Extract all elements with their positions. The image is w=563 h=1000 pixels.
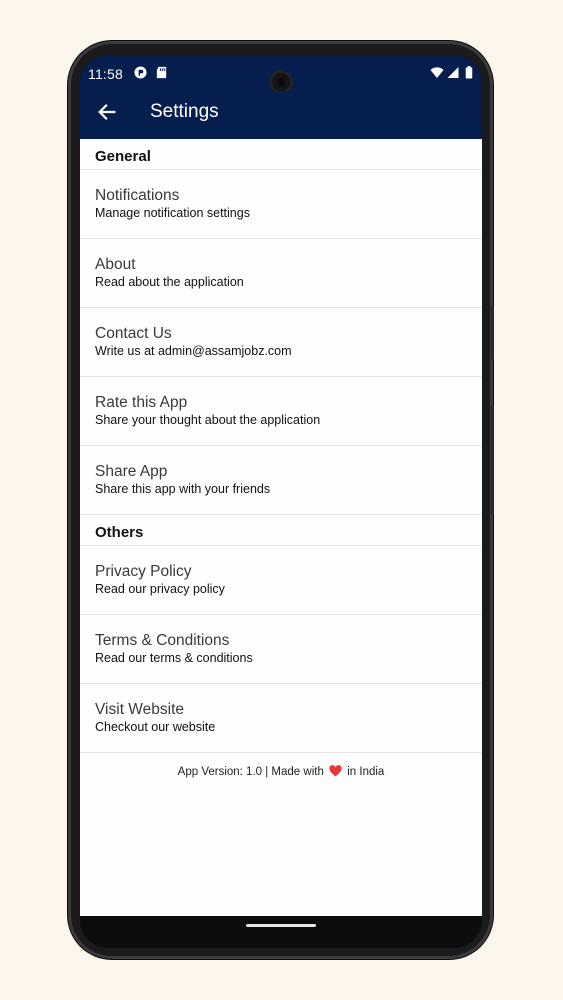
volume-button [491,405,494,515]
settings-item-rate-app[interactable]: Rate this App Share your thought about t… [80,377,482,446]
item-title: About [95,256,136,273]
item-subtitle: Write us at admin@assamjobz.com [95,344,292,358]
settings-list: General Notifications Manage notificatio… [80,139,482,916]
wifi-icon [430,67,444,78]
settings-item-terms[interactable]: Terms & Conditions Read our terms & cond… [80,615,482,684]
navigation-bar [80,916,482,948]
power-button [491,305,494,360]
section-header-others: Others [80,515,482,546]
item-title: Rate this App [95,394,188,411]
status-time: 11:58 [88,66,123,82]
footer-suffix: in India [347,766,385,778]
item-title: Contact Us [95,325,172,342]
settings-item-notifications[interactable]: Notifications Manage notification settin… [80,170,482,239]
settings-item-contact-us[interactable]: Contact Us Write us at admin@assamjobz.c… [80,308,482,377]
item-subtitle: Share this app with your friends [95,482,271,496]
app-version-footer: App Version: 1.0 | Made with in India [80,753,482,778]
page-title: Settings [150,101,219,122]
section-header-general: General [80,139,482,170]
app-notification-icon [134,66,147,79]
item-subtitle: Checkout our website [95,720,216,734]
footer-prefix: App Version: 1.0 | Made with [177,766,324,778]
item-subtitle: Read our terms & conditions [95,651,253,665]
settings-item-about[interactable]: About Read about the application [80,239,482,308]
sd-card-icon [156,66,167,79]
arrow-left-icon[interactable] [96,101,118,123]
item-subtitle: Read about the application [95,275,244,289]
item-title: Terms & Conditions [95,632,230,649]
settings-item-privacy-policy[interactable]: Privacy Policy Read our privacy policy [80,546,482,615]
signal-icon [447,67,459,78]
battery-icon [465,66,473,79]
item-subtitle: Manage notification settings [95,206,250,220]
item-title: Share App [95,463,168,480]
item-title: Visit Website [95,701,185,718]
screen: 11:58 Settings General Notifications Man… [80,55,482,948]
home-indicator[interactable] [246,924,316,927]
item-title: Notifications [95,187,180,204]
status-bar: 11:58 [80,55,482,94]
heart-icon [329,765,342,777]
item-title: Privacy Policy [95,563,192,580]
item-subtitle: Read our privacy policy [95,582,225,596]
settings-item-share-app[interactable]: Share App Share this app with your frien… [80,446,482,515]
settings-item-visit-website[interactable]: Visit Website Checkout our website [80,684,482,753]
app-bar: Settings [80,91,482,139]
item-subtitle: Share your thought about the application [95,413,321,427]
